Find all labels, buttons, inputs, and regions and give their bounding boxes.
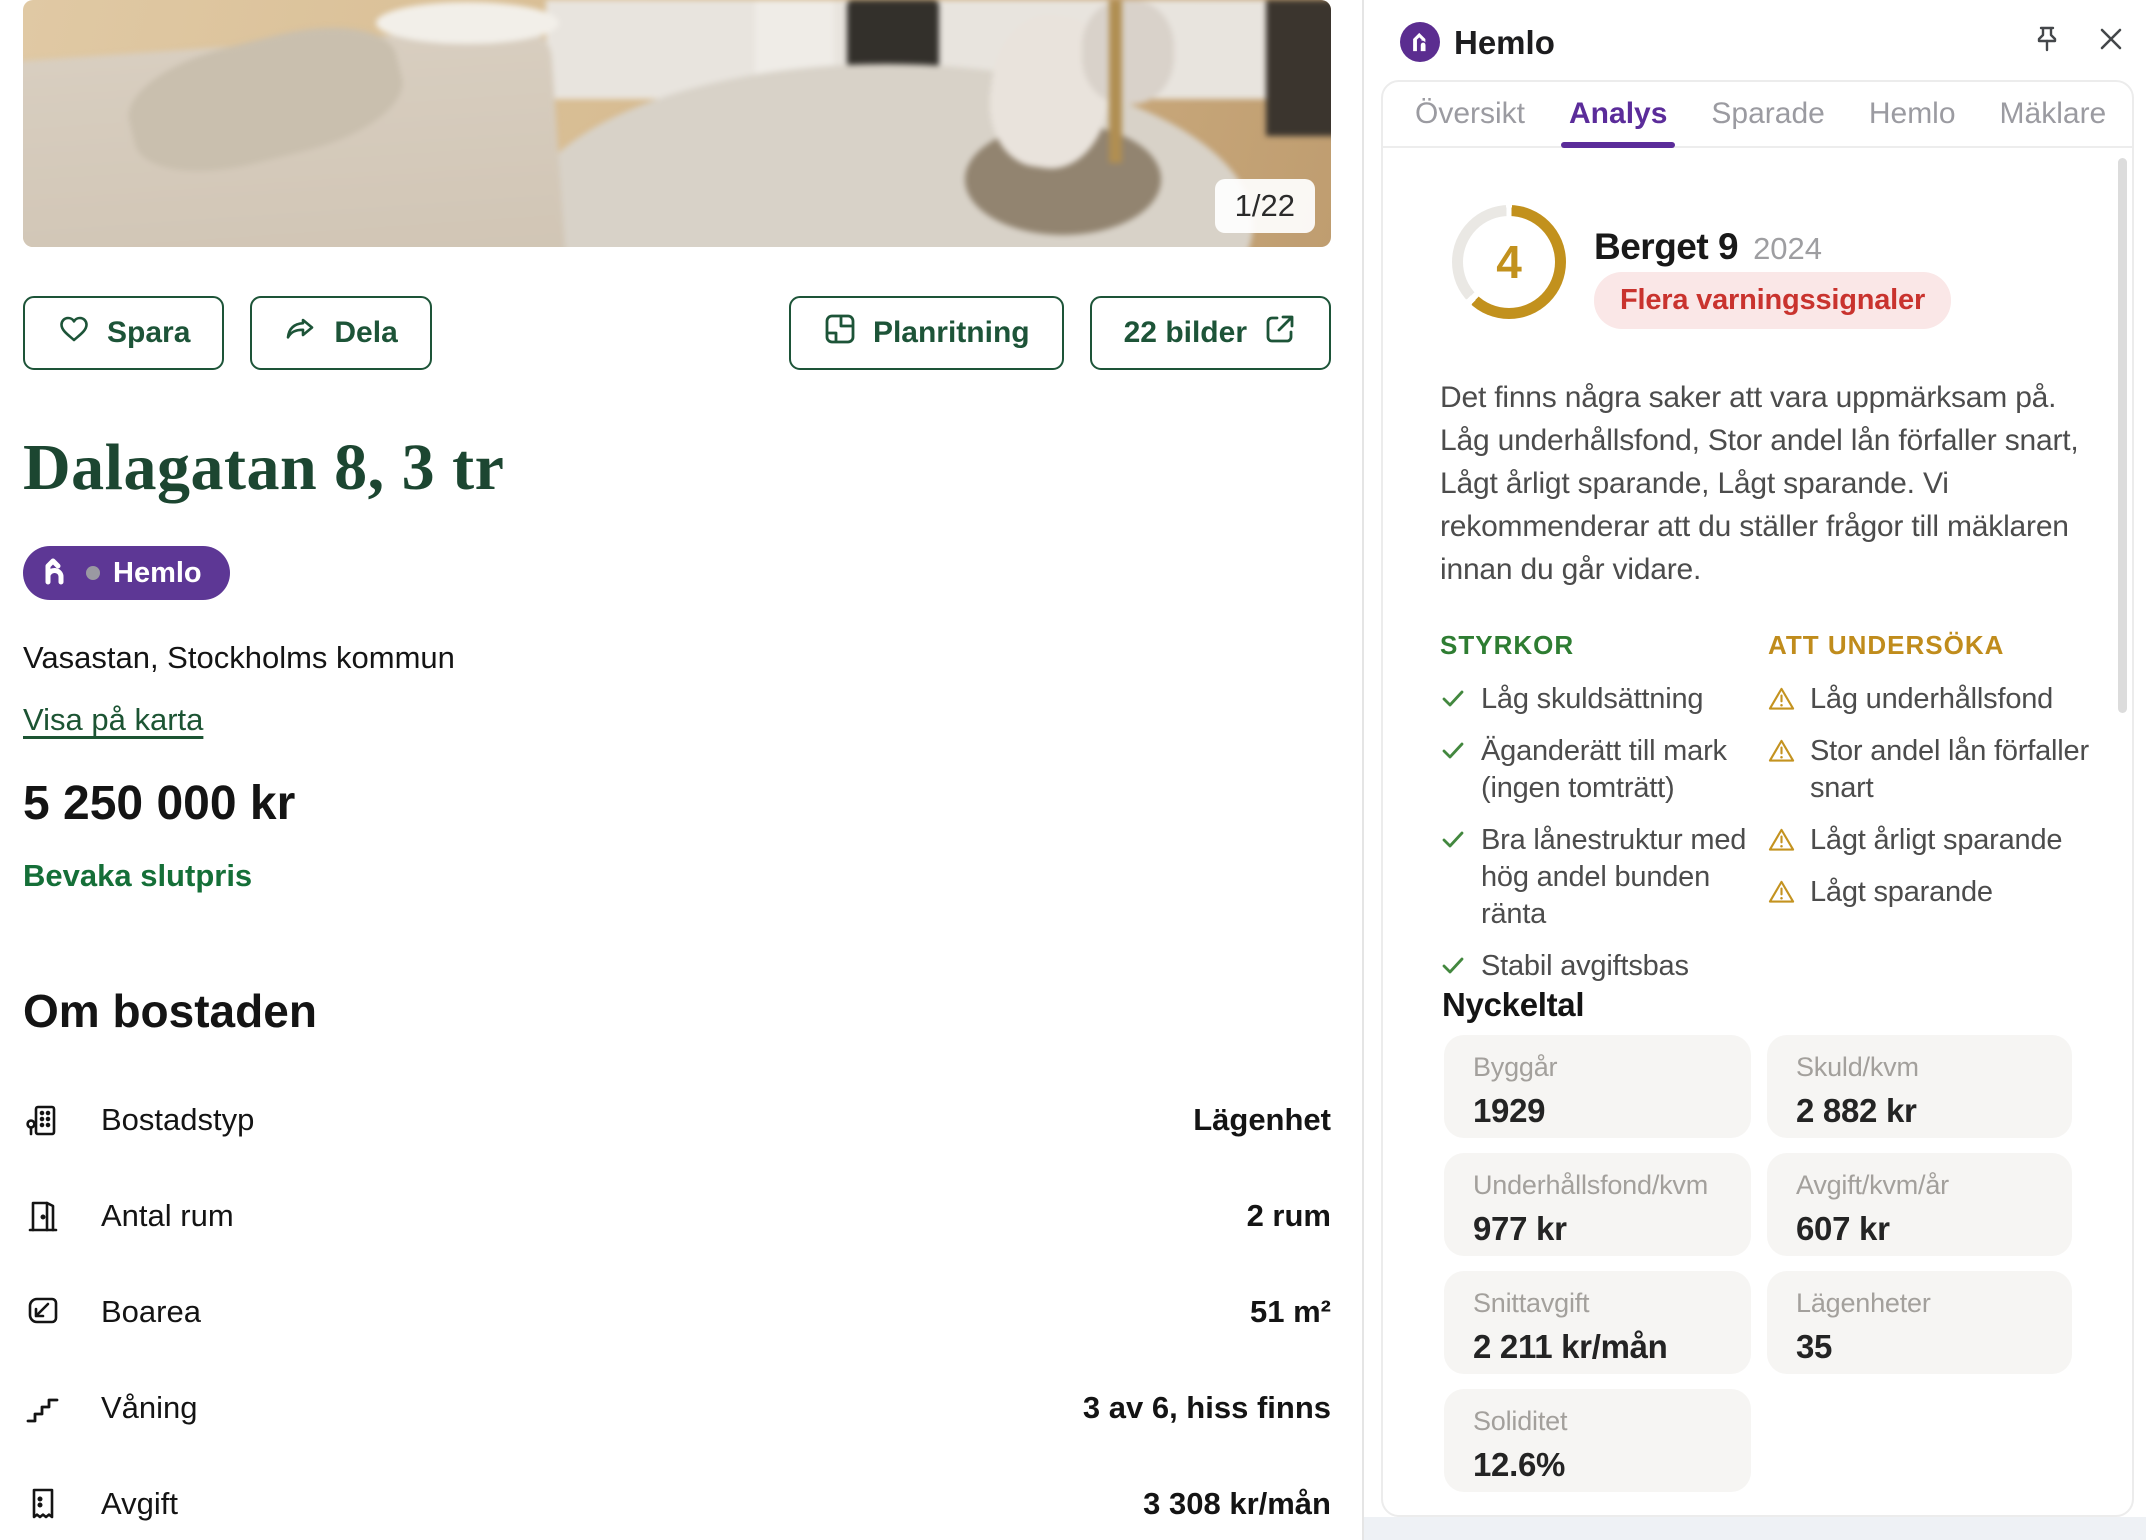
panel-app-title: Hemlo [1454,24,1555,62]
hemlo-logo [1400,22,1440,62]
warning-icon [1768,737,1795,763]
photo-counter: 1/22 [1215,179,1315,233]
pros-cons-columns: STYRKOR Låg skuldsättning Äganderätt til… [1440,630,2108,1000]
strength-item: Stabil avgiftsbas [1440,948,1748,985]
door-icon [23,1196,67,1236]
strengths-heading: STYRKOR [1440,630,1748,661]
save-button[interactable]: Spara [23,296,224,370]
status-dot [86,566,100,580]
stat-card-soliditet: Soliditet 12.6% [1444,1389,1751,1492]
key-figures-grid: Byggår 1929 Skuld/kvm 2 882 kr Underhåll… [1444,1035,2072,1492]
area-icon [23,1292,67,1332]
all-photos-button-label: 22 bilder [1124,316,1247,350]
stat-card-avgift-kvm-ar: Avgift/kvm/år 607 kr [1767,1153,2072,1256]
hemlo-house-icon [39,554,73,593]
listing-price: 5 250 000 kr [23,776,295,831]
photo-placeholder [23,0,1331,247]
floorplan-button[interactable]: Planritning [789,296,1064,370]
floorplan-button-label: Planritning [873,316,1030,350]
fact-value: 3 av 6, hiss finns [1083,1390,1331,1426]
facts-list: Bostadstyp Lägenhet Antal rum 2 rum [23,1072,1331,1540]
tab-sparade[interactable]: Sparade [1711,82,1824,146]
stat-card-lagenheter: Lägenheter 35 [1767,1271,2072,1374]
investigate-item: Stor andel lån förfaller snart [1768,733,2108,807]
association-row: Berget 9 2024 [1594,226,1822,268]
investigate-column: ATT UNDERSÖKA Låg underhållsfond Stor an… [1768,630,2108,1000]
fact-label: Våning [101,1390,198,1426]
association-name: Berget 9 [1594,226,1738,268]
fact-label: Avgift [101,1486,178,1522]
share-button-label: Dela [334,316,397,350]
fact-value: 2 rum [1247,1198,1331,1234]
tab-oversikt[interactable]: Översikt [1415,82,1525,146]
investigate-item: Lågt sparande [1768,874,2108,911]
fact-value: 3 308 kr/mån [1143,1486,1331,1522]
hemlo-listing-badge[interactable]: Hemlo [23,546,230,600]
share-icon [284,313,318,353]
stairs-icon [23,1388,67,1428]
close-icon [2096,24,2126,59]
hemlo-badge-label: Hemlo [113,557,202,590]
check-icon [1440,826,1466,852]
stat-card-byggar: Byggår 1929 [1444,1035,1751,1138]
warning-icon [1768,878,1795,904]
score-ring: 4 [1452,205,1566,319]
fact-row-vaning: Våning 3 av 6, hiss finns [23,1360,1331,1456]
tab-hemlo[interactable]: Hemlo [1869,82,1956,146]
fact-row-bostadstyp: Bostadstyp Lägenhet [23,1072,1331,1168]
listing-action-bar: Spara Dela Planritning 22 bilder [23,296,1331,370]
report-year: 2024 [1753,231,1822,267]
heart-icon [57,313,91,353]
fact-label: Antal rum [101,1198,234,1234]
fact-label: Boarea [101,1294,201,1330]
all-photos-button[interactable]: 22 bilder [1090,296,1331,370]
tab-maklare[interactable]: Mäklare [2000,82,2107,146]
investigate-item: Lågt årligt sparande [1768,822,2108,859]
analysis-summary: Det finns några saker att vara uppmärksa… [1440,376,2104,591]
warning-icon [1768,685,1795,711]
check-icon [1440,737,1466,763]
strength-item: Låg skuldsättning [1440,681,1748,718]
floorplan-icon [823,312,857,354]
pin-panel-button[interactable] [2028,22,2066,60]
fact-value: 51 m² [1250,1294,1331,1330]
show-on-map-link[interactable]: Visa på karta [23,702,203,738]
score-value: 4 [1496,235,1522,289]
side-panel-divider [1362,0,1364,1540]
check-icon [1440,685,1466,711]
stat-card-underhallsfond-kvm: Underhållsfond/kvm 977 kr [1444,1153,1751,1256]
fact-row-boarea: Boarea 51 m² [23,1264,1331,1360]
listing-location: Vasastan, Stockholms kommun [23,640,455,676]
listing-photo[interactable]: 1/22 [23,0,1331,247]
pin-icon [2031,23,2063,60]
share-button[interactable]: Dela [250,296,431,370]
warning-signals-badge: Flera varningssignaler [1594,272,1951,329]
save-button-label: Spara [107,316,190,350]
panel-tab-bar: Översikt Analys Sparade Hemlo Mäklare ⋮ [1383,82,2132,148]
tab-analys[interactable]: Analys [1569,82,1667,146]
strength-item: Bra lånestruktur med hög andel bunden rä… [1440,822,1748,933]
building-icon [23,1100,67,1140]
open-external-icon [1263,312,1297,354]
panel-bottom-gutter [1364,1517,2146,1540]
stat-card-snittavgift: Snittavgift 2 211 kr/mån [1444,1271,1751,1374]
stat-card-skuld-kvm: Skuld/kvm 2 882 kr [1767,1035,2072,1138]
close-panel-button[interactable] [2092,22,2130,60]
warning-icon [1768,826,1795,852]
watch-final-price-link[interactable]: Bevaka slutpris [23,858,252,894]
about-heading: Om bostaden [23,984,317,1038]
check-icon [1440,952,1466,978]
strength-item: Äganderätt till mark (ingen tomträtt) [1440,733,1748,807]
fact-value: Lägenhet [1193,1102,1331,1138]
strengths-column: STYRKOR Låg skuldsättning Äganderätt til… [1440,630,1748,1000]
key-figures-heading: Nyckeltal [1442,986,1584,1024]
receipt-icon [23,1484,67,1524]
investigate-item: Låg underhållsfond [1768,681,2108,718]
fact-label: Bostadstyp [101,1102,254,1138]
fact-row-avgift: Avgift 3 308 kr/mån [23,1456,1331,1540]
panel-scrollbar[interactable] [2118,158,2127,713]
fact-row-antal-rum: Antal rum 2 rum [23,1168,1331,1264]
investigate-heading: ATT UNDERSÖKA [1768,630,2108,661]
listing-title: Dalagatan 8, 3 tr [23,430,504,506]
